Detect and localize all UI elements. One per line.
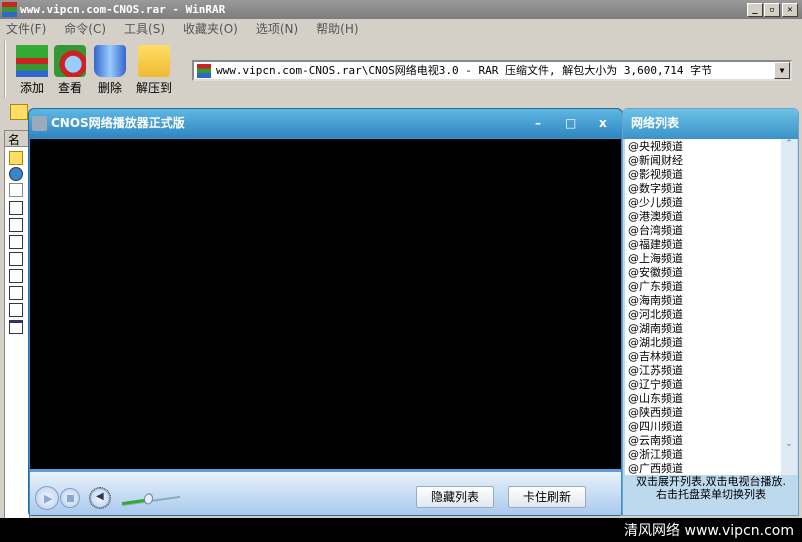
file-icon[interactable] bbox=[9, 252, 23, 266]
channel-panel: 网络列表 @央视频道 @新闻财经 @影视频道 @数字频道 @少儿频道 @港澳频道 @台湾频道… bbox=[622, 108, 799, 516]
text-file-icon[interactable] bbox=[9, 183, 23, 197]
delete-button[interactable]: 删除 bbox=[90, 45, 130, 96]
scroll-down-icon[interactable]: ⌄ bbox=[782, 439, 796, 459]
file-list[interactable]: 名称 bbox=[4, 130, 30, 520]
channel-item[interactable]: @陕西频道 bbox=[625, 406, 797, 420]
channel-item[interactable]: @新闻财经 bbox=[625, 154, 797, 168]
channel-item[interactable]: @山东频道 bbox=[625, 392, 797, 406]
menu-commands[interactable]: 命令(C) bbox=[64, 22, 106, 36]
rar-icon bbox=[197, 64, 211, 78]
volume-slider[interactable] bbox=[122, 489, 180, 507]
channel-item[interactable]: @影视频道 bbox=[625, 168, 797, 182]
channel-item[interactable]: @广西频道 bbox=[625, 462, 797, 475]
channel-item[interactable]: @上海频道 bbox=[625, 252, 797, 266]
player-controls: ▶ ◀ 隐藏列表 卡住刷新 bbox=[30, 469, 621, 515]
channel-item[interactable]: @河北频道 bbox=[625, 308, 797, 322]
stop-button[interactable] bbox=[60, 488, 80, 508]
menu-bar: 文件(F) 命令(C) 工具(S) 收藏夹(O) 选项(N) 帮助(H) bbox=[0, 19, 802, 39]
file-icon[interactable] bbox=[9, 201, 23, 215]
window-file-icon[interactable] bbox=[9, 320, 23, 334]
menu-file[interactable]: 文件(F) bbox=[6, 22, 46, 36]
channel-list[interactable]: @央视频道 @新闻财经 @影视频道 @数字频道 @少儿频道 @港澳频道 @台湾频道 @福建频道… bbox=[625, 139, 797, 475]
player-window: CNOS网络播放器正式版 – □ x ▶ ◀ 隐藏列表 卡住刷新 bbox=[28, 108, 623, 516]
file-icon[interactable] bbox=[9, 303, 23, 317]
view-icon bbox=[54, 45, 86, 77]
channel-item[interactable]: @云南频道 bbox=[625, 434, 797, 448]
player-close-button[interactable]: x bbox=[599, 109, 607, 138]
channel-item[interactable]: @港澳频道 bbox=[625, 210, 797, 224]
file-icon[interactable] bbox=[9, 218, 23, 232]
channel-hint: 双击展开列表,双击电视台播放. 右击托盘菜单切换列表 bbox=[636, 475, 786, 501]
player-logo-icon bbox=[32, 116, 47, 131]
channel-item[interactable]: @数字频道 bbox=[625, 182, 797, 196]
channel-item[interactable]: @湖南频道 bbox=[625, 322, 797, 336]
window-titlebar: www.vipcn.com-CNOS.rar - WinRAR _ ▫ ✕ bbox=[0, 0, 802, 19]
refresh-button[interactable]: 卡住刷新 bbox=[508, 486, 586, 508]
volume-knob[interactable] bbox=[144, 492, 154, 505]
player-title: CNOS网络播放器正式版 bbox=[51, 116, 185, 130]
add-icon bbox=[16, 45, 48, 77]
channel-item[interactable]: @四川频道 bbox=[625, 420, 797, 434]
folder-icon[interactable] bbox=[9, 151, 23, 165]
hide-list-button[interactable]: 隐藏列表 bbox=[416, 486, 494, 508]
add-button[interactable]: 添加 bbox=[12, 45, 52, 96]
view-button[interactable]: 查看 bbox=[50, 45, 90, 96]
video-area[interactable] bbox=[30, 139, 621, 469]
player-minimize-button[interactable]: – bbox=[535, 109, 541, 138]
channel-item[interactable]: @广东频道 bbox=[625, 280, 797, 294]
channel-item[interactable]: @央视频道 bbox=[625, 140, 797, 154]
channel-item[interactable]: @湖北频道 bbox=[625, 336, 797, 350]
menu-help[interactable]: 帮助(H) bbox=[316, 22, 358, 36]
close-button[interactable]: ✕ bbox=[782, 3, 798, 17]
window-title: www.vipcn.com-CNOS.rar - WinRAR bbox=[20, 3, 226, 16]
up-folder-icon[interactable] bbox=[10, 104, 28, 120]
channel-item[interactable]: @吉林频道 bbox=[625, 350, 797, 364]
play-icon: ▶ bbox=[44, 492, 53, 505]
channel-item[interactable]: @海南频道 bbox=[625, 294, 797, 308]
file-icon[interactable] bbox=[9, 235, 23, 249]
channel-item[interactable]: @少儿频道 bbox=[625, 196, 797, 210]
channel-panel-title: 网络列表 bbox=[623, 109, 798, 139]
column-header-name[interactable]: 名称 bbox=[5, 131, 29, 147]
scroll-up-icon[interactable]: ⌃ bbox=[781, 139, 797, 153]
stop-icon bbox=[67, 495, 74, 502]
maximize-button[interactable]: ▫ bbox=[764, 3, 780, 17]
play-button[interactable]: ▶ bbox=[35, 486, 59, 510]
dropdown-arrow-icon[interactable]: ▼ bbox=[774, 62, 790, 79]
channel-item[interactable]: @辽宁频道 bbox=[625, 378, 797, 392]
winrar-icon bbox=[2, 2, 17, 17]
recycle-bin-icon bbox=[94, 45, 126, 77]
channel-item[interactable]: @浙江频道 bbox=[625, 448, 797, 462]
player-titlebar: CNOS网络播放器正式版 – □ x bbox=[29, 109, 622, 138]
mute-button[interactable]: ◀ bbox=[89, 487, 111, 509]
channel-item[interactable]: @台湾频道 bbox=[625, 224, 797, 238]
file-icon[interactable] bbox=[9, 269, 23, 283]
extract-folder-icon bbox=[138, 45, 170, 77]
menu-tools[interactable]: 工具(S) bbox=[124, 22, 165, 36]
player-maximize-button[interactable]: □ bbox=[565, 109, 576, 138]
channel-list-scrollbar[interactable]: ⌃ ⌄ bbox=[781, 139, 797, 475]
ie-icon[interactable] bbox=[9, 167, 23, 181]
menu-favorites[interactable]: 收藏夹(O) bbox=[183, 22, 238, 36]
speaker-icon: ◀ bbox=[96, 491, 104, 502]
menu-options[interactable]: 选项(N) bbox=[256, 22, 298, 36]
channel-item[interactable]: @安徽频道 bbox=[625, 266, 797, 280]
watermark-bar: 清风网络 www.vipcn.com bbox=[0, 518, 802, 542]
watermark: 清风网络 www.vipcn.com bbox=[624, 523, 794, 539]
archive-path-combobox[interactable]: www.vipcn.com-CNOS.rar\CNOS网络电视3.0 - RAR… bbox=[192, 60, 792, 81]
file-icon[interactable] bbox=[9, 286, 23, 300]
channel-item[interactable]: @福建频道 bbox=[625, 238, 797, 252]
minimize-button[interactable]: _ bbox=[747, 3, 763, 17]
channel-item[interactable]: @江苏频道 bbox=[625, 364, 797, 378]
extract-button[interactable]: 解压到 bbox=[132, 45, 176, 96]
